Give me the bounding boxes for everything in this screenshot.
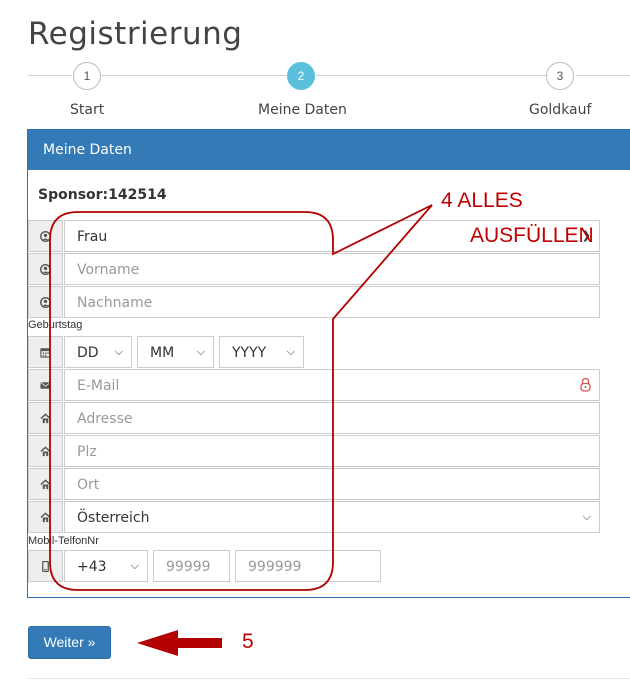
annotation-step5: 5 bbox=[242, 630, 254, 653]
annotation-callout bbox=[49, 204, 433, 591]
annotation-overlay bbox=[49, 204, 433, 656]
annotation-step4-line1: 4 ALLES bbox=[441, 189, 523, 212]
arrow-left-icon bbox=[137, 630, 222, 656]
annotation-step4-line2: AUSFÜLLEN bbox=[470, 224, 594, 247]
